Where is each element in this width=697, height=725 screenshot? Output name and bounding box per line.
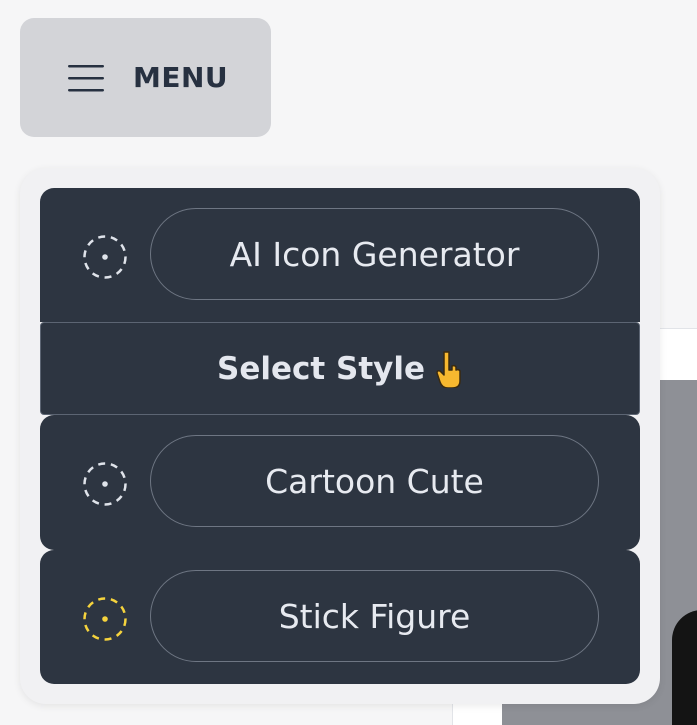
dashed-circle-selected-icon xyxy=(83,597,127,641)
stick-figure-button[interactable]: Stick Figure xyxy=(150,570,599,662)
hamburger-icon xyxy=(68,64,104,91)
cartoon-cute-button[interactable]: Cartoon Cute xyxy=(150,435,599,527)
page: MENU AI Icon Generator Select Style Cart… xyxy=(0,0,697,725)
menu-label: MENU xyxy=(133,61,229,94)
select-style-label: Select Style xyxy=(217,350,425,387)
menu-item-ai-icon-generator[interactable]: AI Icon Generator xyxy=(40,188,640,322)
ai-icon-generator-button[interactable]: AI Icon Generator xyxy=(150,208,599,300)
menu-item-stick-figure[interactable]: Stick Figure xyxy=(40,550,640,684)
pointing-down-hand-icon xyxy=(436,350,461,388)
stick-figure-label: Stick Figure xyxy=(278,596,471,636)
dashed-circle-icon xyxy=(83,235,127,279)
dashed-circle-icon xyxy=(83,462,127,506)
ai-icon-generator-label: AI Icon Generator xyxy=(229,234,520,274)
menu-item-cartoon-cute[interactable]: Cartoon Cute xyxy=(40,415,640,550)
background-image-shape xyxy=(672,610,697,725)
cartoon-cute-label: Cartoon Cute xyxy=(265,461,484,501)
menu-button[interactable]: MENU xyxy=(20,18,271,137)
select-style-header: Select Style xyxy=(40,322,640,415)
